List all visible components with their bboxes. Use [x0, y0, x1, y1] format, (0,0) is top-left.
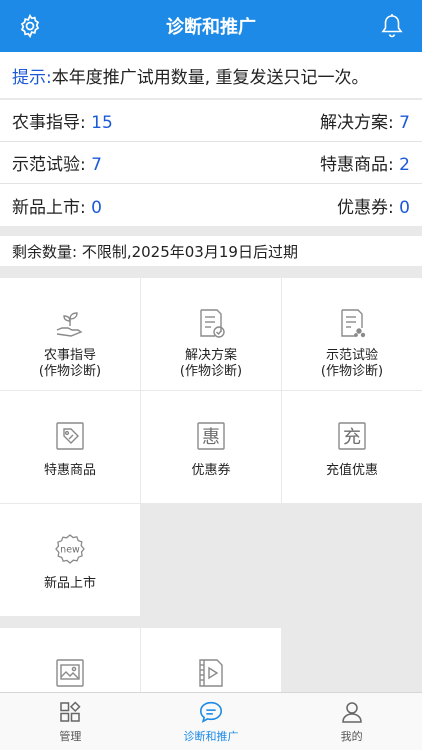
stat-new-products: 新品上市: 0 — [12, 197, 102, 218]
grid-item-new-products[interactable]: new 新品上市 — [0, 504, 140, 616]
tab-diagnosis-promotion[interactable]: 诊断和推广 — [141, 693, 282, 750]
stats-row: 农事指导: 15 解决方案: 7 — [0, 100, 422, 142]
grid-item-recharge-offers[interactable]: 充 充值优惠 — [282, 391, 422, 503]
grid-manage-icon — [57, 699, 83, 725]
stat-coupons: 优惠券: 0 — [337, 197, 410, 218]
tab-manage[interactable]: 管理 — [0, 693, 141, 750]
grid-item-special-products[interactable]: 特惠商品 — [0, 391, 140, 503]
plant-hand-icon — [53, 306, 87, 340]
image-icon — [53, 656, 87, 690]
settings-button[interactable] — [16, 12, 44, 40]
grid-item-farming-guide[interactable]: 农事指导 (作物诊断) — [0, 278, 140, 390]
grid-item-coupons[interactable]: 惠 优惠券 — [141, 391, 281, 503]
grid-item-demo-trials[interactable]: 示范试验 (作物诊断) — [282, 278, 422, 390]
grid-item-solutions[interactable]: 解决方案 (作物诊断) — [141, 278, 281, 390]
top-nav-bar: 诊断和推广 — [0, 0, 422, 52]
stat-demo-trials: 示范试验: 7 — [12, 155, 102, 175]
gear-icon — [20, 13, 40, 39]
notice-label: 提示: — [12, 67, 52, 88]
bell-icon — [381, 14, 403, 38]
stat-farming-guide: 农事指导: 15 — [12, 113, 113, 133]
coupon-icon: 惠 — [194, 419, 228, 453]
recharge-icon: 充 — [335, 419, 369, 453]
page-title: 诊断和推广 — [166, 17, 256, 38]
new-badge-icon: new — [53, 532, 87, 566]
notice-text: 本年度推广试用数量, 重复发送只记一次。 — [51, 67, 369, 88]
stats-panel: 农事指导: 15 解决方案: 7 示范试验: 7 特惠商品: 2 新品上市: 0… — [0, 100, 422, 226]
svg-text:惠: 惠 — [202, 427, 220, 448]
svg-text:充: 充 — [343, 427, 361, 448]
stat-special-products: 特惠商品: 2 — [320, 155, 410, 175]
stat-solutions: 解决方案: 7 — [320, 113, 410, 133]
notification-button[interactable] — [378, 12, 406, 40]
bottom-tab-bar: 管理 诊断和推广 我的 — [0, 692, 422, 750]
chat-bubble-icon — [198, 699, 224, 725]
user-icon — [339, 699, 365, 725]
stats-row: 示范试验: 7 特惠商品: 2 — [0, 142, 422, 184]
video-icon — [194, 656, 228, 690]
tab-profile[interactable]: 我的 — [281, 693, 422, 750]
remaining-quota: 剩余数量: 不限制,2025年03月19日后过期 — [0, 236, 422, 266]
notice-banner: 提示: 本年度推广试用数量, 重复发送只记一次。 — [0, 52, 422, 98]
document-check-icon — [194, 306, 228, 340]
discount-tag-icon — [53, 419, 87, 453]
svg-text:new: new — [60, 545, 80, 556]
document-trial-icon — [335, 306, 369, 340]
stats-row: 新品上市: 0 优惠券: 0 — [0, 184, 422, 226]
